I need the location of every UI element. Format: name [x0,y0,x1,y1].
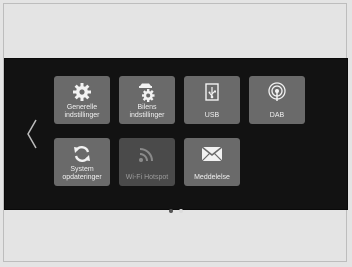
tile-label: Meddelelse [194,174,230,181]
tile-vehicle-settings[interactable]: Bilens indstillinger [119,76,175,124]
pagination-dots [4,202,348,213]
usb-icon [184,82,240,102]
tile-message[interactable]: Meddelelse [184,138,240,186]
page-dot-active[interactable] [179,208,183,213]
dab-icon [249,82,305,102]
tile-label: USB [204,112,220,119]
tile-label: Bilens indstillinger [129,104,165,119]
tile-dab[interactable]: DAB [249,76,305,124]
envelope-icon [184,144,240,164]
tile-wifi-hotspot[interactable]: Wi-Fi Hotspot [119,138,175,186]
tile-label: Wi-Fi Hotspot [125,174,169,181]
wifi-icon [119,144,175,164]
tile-general-settings[interactable]: Generelle indstillinger [54,76,110,124]
tile-label: DAB [269,112,285,119]
infotainment-screen: Generelle indstillinger Bilens indstilli… [4,58,348,213]
tile-system-updates[interactable]: System opdateringer [54,138,110,186]
chevron-left-icon [27,119,37,149]
car-settings-icon [119,82,175,102]
tile-label: System opdateringer [62,166,102,181]
gear-icon [54,82,110,102]
page-dot[interactable] [169,208,173,213]
tile-label: Generelle indstillinger [64,104,100,119]
tile-usb[interactable]: USB [184,76,240,124]
refresh-icon [54,144,110,164]
previous-page-arrow[interactable] [25,118,39,150]
